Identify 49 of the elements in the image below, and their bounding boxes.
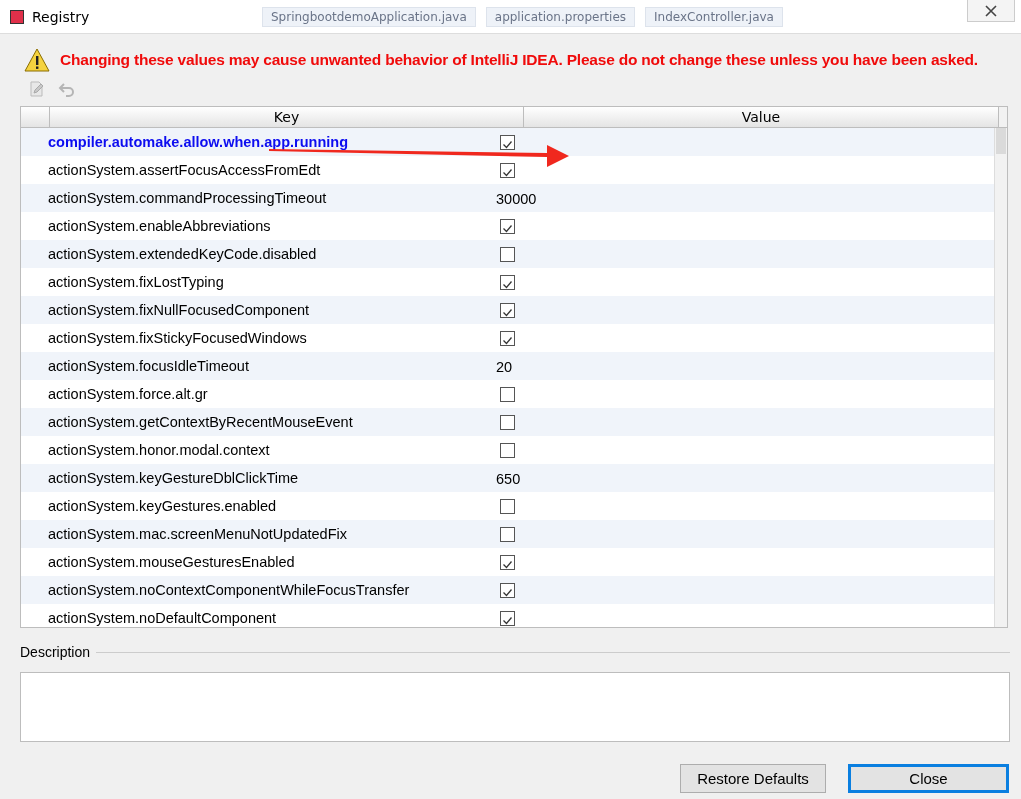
table-cell-text: compiler.automake.allow.when.app.running [47, 134, 349, 150]
column-header[interactable]: Key [50, 107, 524, 127]
table-cell-text: actionSystem.keyGestures.enabled [47, 498, 278, 514]
table-cell-text: actionSystem.focusIdleTimeout [47, 358, 250, 374]
checkbox[interactable] [500, 246, 515, 262]
checkbox[interactable] [500, 610, 515, 626]
window-title: Registry [32, 8, 91, 25]
dialog-button[interactable]: Restore Defaults [680, 764, 826, 793]
table-cell-text: actionSystem.enableAbbreviations [47, 218, 272, 234]
table-cell-text: actionSystem.commandProcessingTimeout [47, 190, 328, 206]
checkbox[interactable] [500, 274, 515, 290]
warning-icon [24, 48, 50, 72]
checkbox[interactable] [500, 554, 515, 570]
checkbox[interactable] [500, 386, 515, 402]
table-cell-text: actionSystem.assertFocusAccessFromEdt [47, 162, 322, 178]
checkbox[interactable] [500, 218, 515, 234]
checkbox[interactable] [500, 498, 515, 514]
table-cell-text: actionSystem.getContextByRecentMouseEvent [47, 414, 354, 430]
checkbox[interactable] [500, 302, 515, 318]
table-cell-text: actionSystem.noDefaultComponent [47, 610, 278, 626]
dialog-button[interactable]: Close [848, 764, 1009, 793]
scrollbar[interactable] [994, 128, 1007, 627]
table-cell-text: actionSystem.fixStickyFocusedWindows [47, 330, 308, 346]
table-cell-text: actionSystem.keyGestureDblClickTime [47, 470, 300, 486]
warning-message: Changing these values may cause unwanted behavior of IntelliJ IDEA. Please do not change these unless you have been asked. [60, 51, 978, 69]
table-cell: 30000 [496, 190, 537, 207]
table-cell: 20 [496, 358, 513, 375]
table-cell-text: actionSystem.fixNullFocusedComponent [47, 302, 311, 318]
checkbox[interactable] [500, 582, 515, 598]
close-icon[interactable] [985, 4, 997, 17]
table-cell: 650 [496, 470, 521, 487]
description-label: Description [20, 644, 91, 660]
table-cell-text: actionSystem.mouseGesturesEnabled [47, 554, 296, 570]
checkbox[interactable] [500, 134, 515, 150]
description-field[interactable] [20, 672, 1010, 742]
checkbox[interactable] [500, 414, 515, 430]
checkbox[interactable] [500, 442, 515, 458]
header-scroll-corner [999, 107, 1007, 127]
table-cell-text: actionSystem.honor.modal.context [47, 442, 271, 458]
table-cell-text: actionSystem.noContextComponentWhileFocusTransfer [47, 582, 411, 598]
table-cell-text: actionSystem.extendedKeyCode.disabled [47, 246, 318, 262]
checkbox[interactable] [500, 526, 515, 542]
checkbox[interactable] [500, 162, 515, 178]
table-cell-text: actionSystem.mac.screenMenuNotUpdatedFix [47, 526, 348, 542]
table-cell-text: actionSystem.fixLostTyping [47, 274, 225, 290]
checkbox[interactable] [500, 330, 515, 346]
table-cell-text: actionSystem.force.alt.gr [47, 386, 209, 402]
app-logo-icon [10, 9, 24, 24]
scrollbar-thumb[interactable] [996, 128, 1006, 154]
